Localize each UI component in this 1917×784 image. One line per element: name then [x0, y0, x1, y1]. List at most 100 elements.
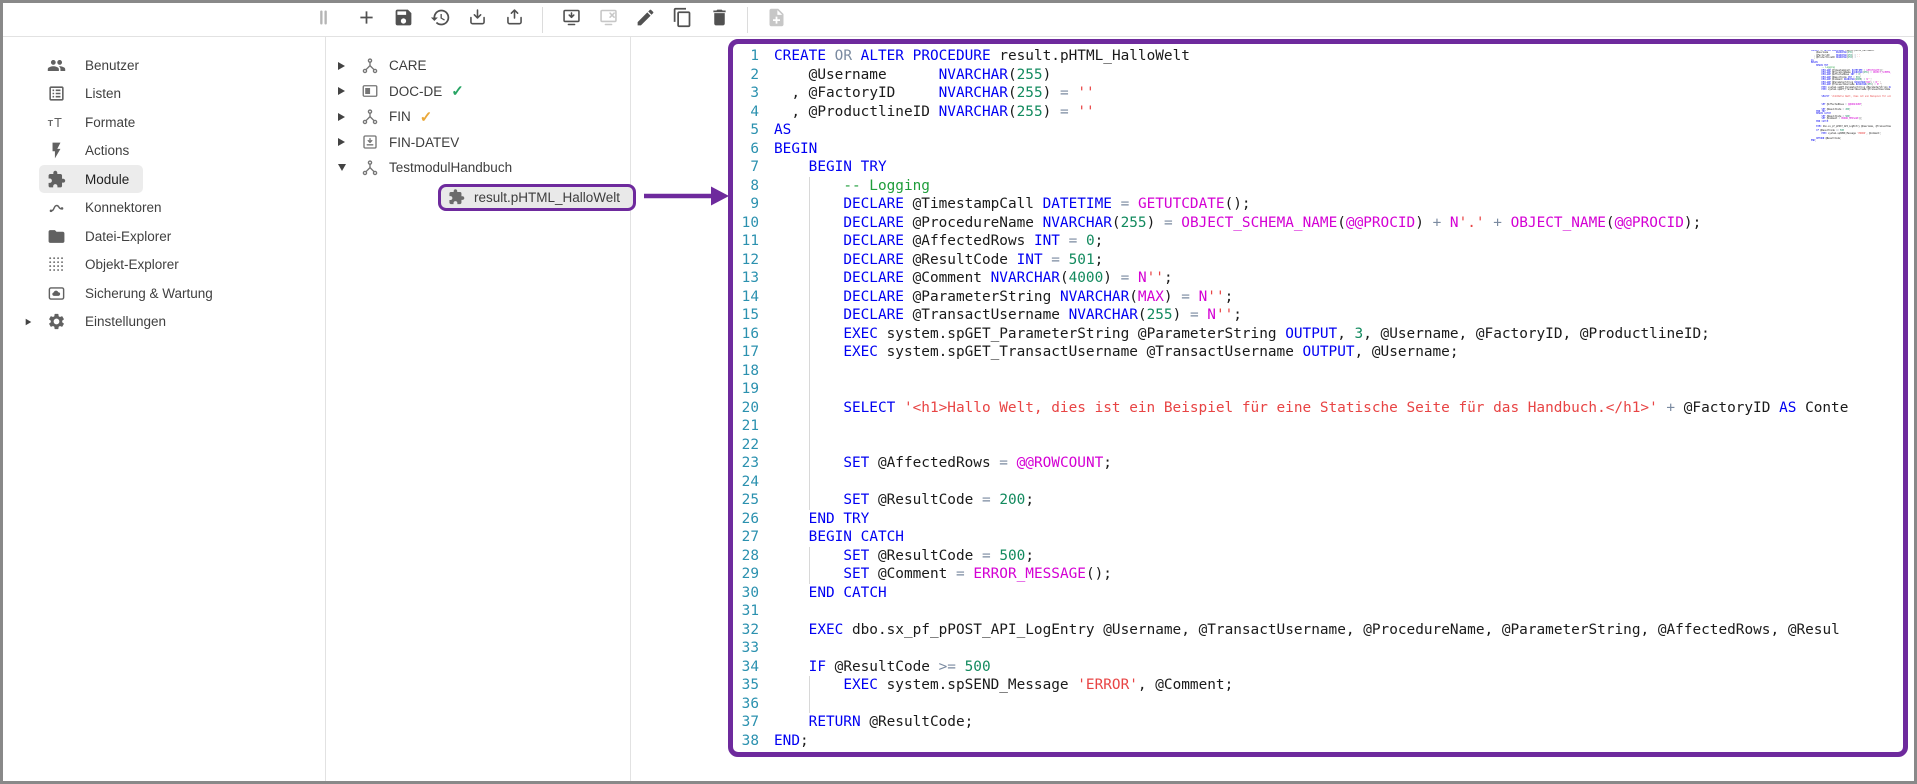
code-line[interactable]: 6BEGIN — [733, 140, 1903, 159]
expand-arrow-icon[interactable] — [338, 62, 345, 70]
hierarchy-icon — [360, 107, 380, 127]
code-editor[interactable]: 1CREATE OR ALTER PROCEDURE result.pHTML_… — [728, 39, 1908, 757]
sidebar-item-label: Konnektoren — [85, 200, 162, 215]
tree-item-care[interactable]: CARE — [326, 53, 630, 79]
tree-item-result-phtml-hallowelt[interactable]: result.pHTML_HalloWelt — [438, 184, 636, 211]
code-line[interactable]: 3 , @FactoryID NVARCHAR(255) = '' — [733, 84, 1903, 103]
uninstall-button — [596, 8, 620, 32]
expand-arrow-icon[interactable] — [338, 113, 345, 121]
sidebar-item-konnektoren[interactable]: Konnektoren — [3, 194, 325, 223]
code-text: @Username NVARCHAR(255) — [774, 66, 1903, 85]
code-line[interactable]: 16 EXEC system.spGET_ParameterString @Pa… — [733, 325, 1903, 344]
drag-handle[interactable] — [311, 8, 335, 32]
indent-guide — [809, 325, 810, 344]
code-line[interactable]: 37 RETURN @ResultCode; — [733, 713, 1903, 732]
save-button[interactable] — [391, 8, 415, 32]
code-line[interactable]: 13 DECLARE @Comment NVARCHAR(4000) = N''… — [733, 269, 1903, 288]
new-doc-icon — [766, 7, 787, 33]
collapse-arrow-icon[interactable] — [338, 164, 346, 171]
code-line[interactable]: 17 EXEC system.spGET_TransactUsername @T… — [733, 343, 1903, 362]
gear-icon — [46, 312, 66, 332]
expand-arrow-icon[interactable] — [338, 138, 345, 146]
line-number: 4 — [733, 103, 759, 122]
code-line[interactable]: 9 DECLARE @TimestampCall DATETIME = GETU… — [733, 195, 1903, 214]
code-line[interactable]: 15 DECLARE @TransactUsername NVARCHAR(25… — [733, 306, 1903, 325]
code-line[interactable]: 7 BEGIN TRY — [733, 158, 1903, 177]
code-line[interactable]: 24 — [733, 473, 1903, 492]
code-line[interactable]: 29 SET @Comment = ERROR_MESSAGE(); — [733, 565, 1903, 584]
code-line[interactable]: 5AS — [733, 121, 1903, 140]
sidebar-item-objekt-explorer[interactable]: Objekt-Explorer — [3, 251, 325, 280]
code-line[interactable]: 26 END TRY — [733, 510, 1903, 529]
code-line[interactable]: 28 SET @ResultCode = 500; — [733, 547, 1903, 566]
code-line[interactable]: 30 END CATCH — [733, 584, 1903, 603]
line-number: 6 — [733, 140, 759, 159]
add-button[interactable] — [354, 8, 378, 32]
line-number: 7 — [733, 158, 759, 177]
code-line[interactable]: 19 — [733, 380, 1903, 399]
code-line[interactable]: 38END; — [733, 732, 1903, 751]
code-line[interactable]: 32 EXEC dbo.sx_pf_pPOST_API_LogEntry @Us… — [733, 621, 1903, 640]
edit-button[interactable] — [633, 8, 657, 32]
tree-item-label: CARE — [389, 58, 427, 73]
code-line[interactable]: 21 — [733, 417, 1903, 436]
line-number: 12 — [733, 251, 759, 270]
code-text: DECLARE @TimestampCall DATETIME = GETUTC… — [774, 195, 1903, 214]
code-line[interactable]: 34 IF @ResultCode >= 500 — [733, 658, 1903, 677]
code-text: DECLARE @ParameterString NVARCHAR(MAX) =… — [774, 288, 1903, 307]
code-line[interactable]: 18 — [733, 362, 1903, 381]
code-line[interactable]: 2 @Username NVARCHAR(255) — [733, 66, 1903, 85]
tree-item-doc-de[interactable]: DOC-DE✓ — [326, 79, 630, 105]
sidebar-item-sicherung-wartung[interactable]: Sicherung & Wartung — [3, 279, 325, 308]
code-line[interactable]: 4 , @ProductlineID NVARCHAR(255) = '' — [733, 103, 1903, 122]
upload-button[interactable] — [502, 8, 526, 32]
indent-guide — [809, 343, 810, 362]
code-text: SET @Comment = ERROR_MESSAGE(); — [774, 565, 1903, 584]
indent-guide — [809, 417, 810, 436]
users-icon — [46, 55, 66, 75]
indent-guide — [809, 676, 810, 695]
code-text: EXEC dbo.sx_pf_pPOST_API_LogEntry @Usern… — [774, 621, 1903, 640]
code-line[interactable]: 27 BEGIN CATCH — [733, 528, 1903, 547]
sidebar-item-formate[interactable]: TTFormate — [3, 108, 325, 137]
code-line[interactable]: 33 — [733, 639, 1903, 658]
sidebar-item-module[interactable]: Module — [3, 165, 325, 194]
indent-guide — [809, 695, 810, 714]
duplicate-button[interactable] — [670, 8, 694, 32]
code-line[interactable]: 22 — [733, 436, 1903, 455]
sidebar-item-datei-explorer[interactable]: Datei-Explorer — [3, 222, 325, 251]
code-text: BEGIN CATCH — [774, 528, 1903, 547]
sidebar-item-benutzer[interactable]: Benutzer — [3, 51, 325, 80]
code-line[interactable]: 25 SET @ResultCode = 200; — [733, 491, 1903, 510]
code-line[interactable]: 1CREATE OR ALTER PROCEDURE result.pHTML_… — [733, 47, 1903, 66]
download-button[interactable] — [465, 8, 489, 32]
expand-arrow-icon[interactable] — [26, 319, 32, 325]
sidebar-item-listen[interactable]: Listen — [3, 80, 325, 109]
code-line[interactable]: 10 DECLARE @ProcedureName NVARCHAR(255) … — [733, 214, 1903, 233]
delete-button[interactable] — [707, 8, 731, 32]
minimap-line: EXEC dbo.sx_pf_pPOST_API_LogEntry @Usern… — [1811, 126, 1891, 128]
install-button[interactable] — [559, 8, 583, 32]
tree-item-fin-datev[interactable]: FIN-DATEV — [326, 130, 630, 156]
expand-arrow-icon[interactable] — [338, 87, 345, 95]
tree-item-testmodulhandbuch[interactable]: TestmodulHandbuch — [326, 155, 630, 181]
sidebar-item-actions[interactable]: Actions — [3, 137, 325, 166]
code-line[interactable]: 11 DECLARE @AffectedRows INT = 0; — [733, 232, 1903, 251]
restore-button[interactable] — [428, 8, 452, 32]
code-text: DECLARE @AffectedRows INT = 0; — [774, 232, 1903, 251]
indent-guide — [809, 436, 810, 455]
indent-guide — [809, 473, 810, 492]
code-line[interactable]: 31 — [733, 602, 1903, 621]
minimap[interactable]: CREATE OR ALTER PROCEDURE result.pHTML_H… — [1811, 50, 1891, 145]
line-number: 29 — [733, 565, 759, 584]
code-line[interactable]: 36 — [733, 695, 1903, 714]
code-line[interactable]: 14 DECLARE @ParameterString NVARCHAR(MAX… — [733, 288, 1903, 307]
tree-item-fin[interactable]: FIN✓ — [326, 104, 630, 130]
code-line[interactable]: 8 -- Logging — [733, 177, 1903, 196]
code-line[interactable]: 20 SELECT '<h1>Hallo Welt, dies ist ein … — [733, 399, 1903, 418]
sidebar-item-einstellungen[interactable]: Einstellungen — [3, 308, 325, 337]
code-line[interactable]: 35 EXEC system.spSEND_Message 'ERROR', @… — [733, 676, 1903, 695]
code-line[interactable]: 12 DECLARE @ResultCode INT = 501; — [733, 251, 1903, 270]
code-line[interactable]: 23 SET @AffectedRows = @@ROWCOUNT; — [733, 454, 1903, 473]
line-number: 15 — [733, 306, 759, 325]
